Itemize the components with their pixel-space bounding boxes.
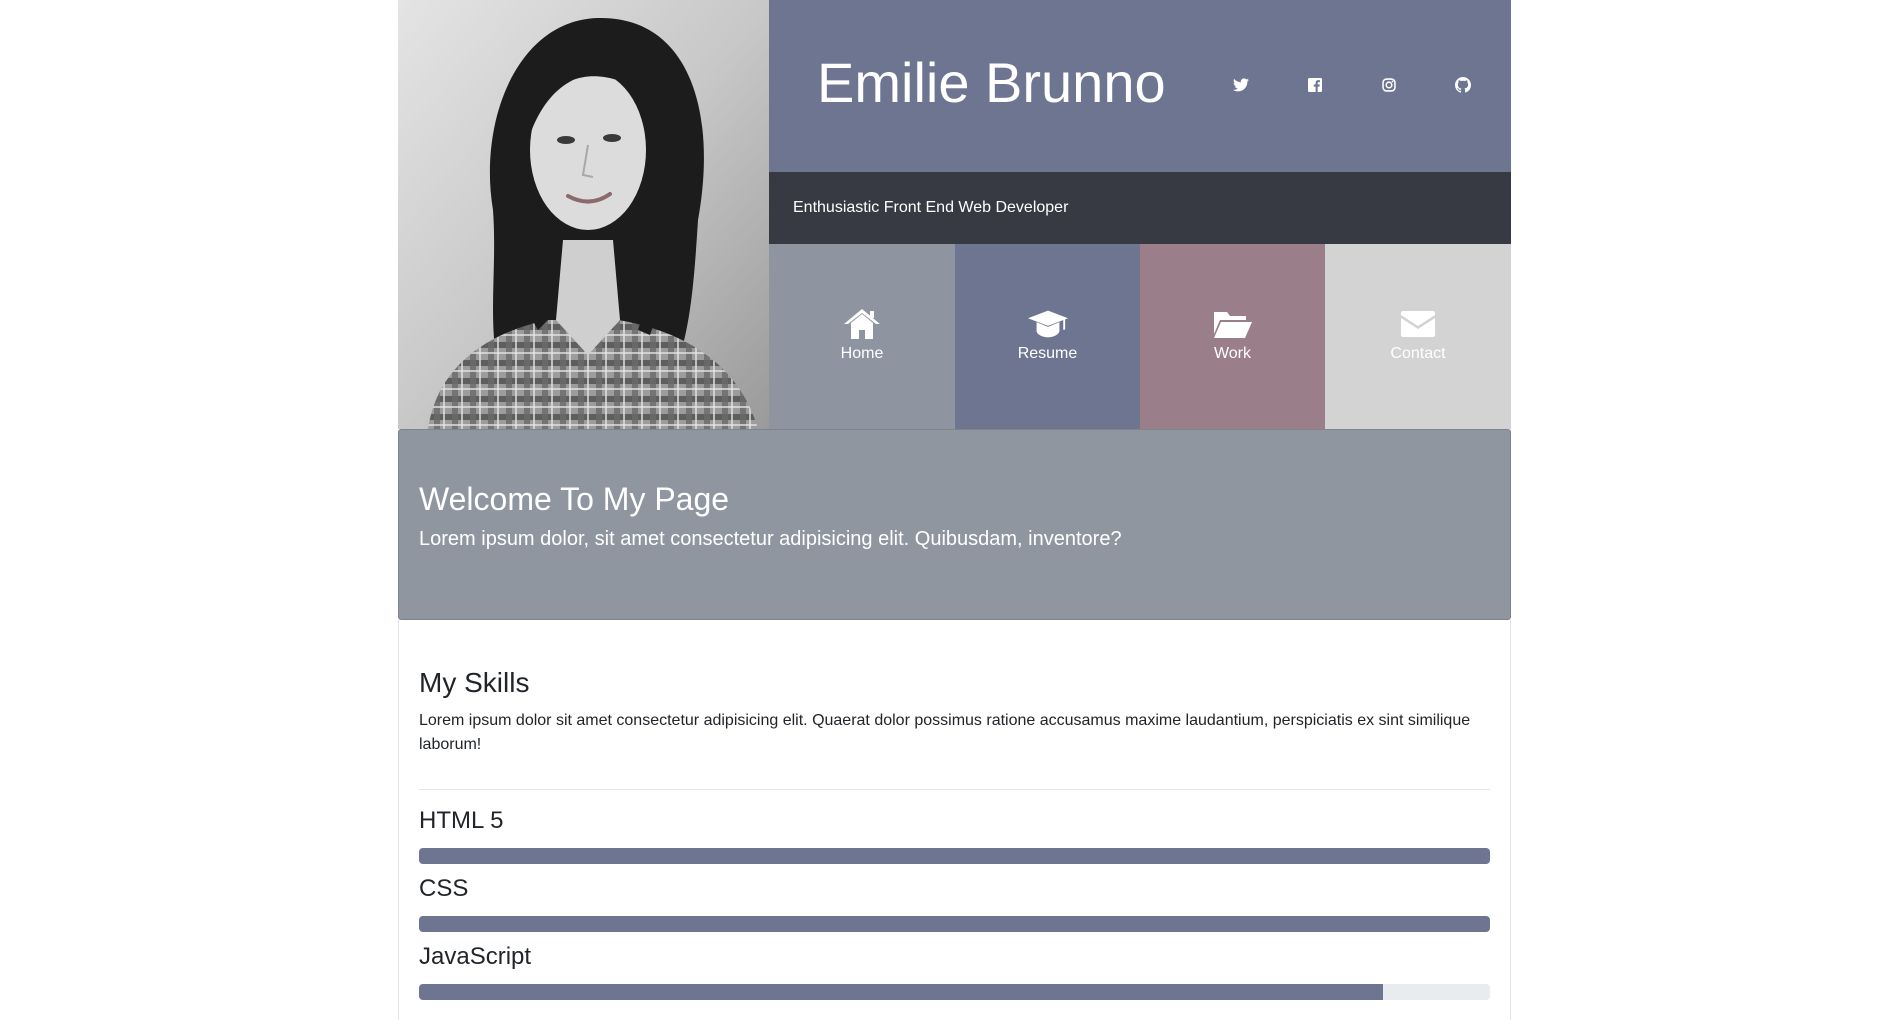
skill-progress-fill (419, 984, 1383, 1000)
skill-progress-track (419, 984, 1490, 1000)
skill-progress-fill (419, 916, 1490, 932)
skill-css: CSS (419, 874, 1490, 932)
nav-item-work[interactable]: Work (1140, 244, 1325, 429)
skills-description: Lorem ipsum dolor sit amet consectetur a… (419, 712, 1471, 753)
nav-label: Resume (1017, 345, 1078, 362)
main-nav: Home Resume Work Contact (769, 244, 1511, 429)
skill-progress-track (419, 916, 1490, 932)
nav-label: Contact (1390, 345, 1446, 362)
skill-html: HTML 5 (419, 806, 1490, 864)
nav-item-home[interactable]: Home (769, 244, 955, 429)
nav-label: Work (1213, 345, 1252, 362)
facebook-link[interactable] (1304, 74, 1326, 96)
facebook-icon (1308, 78, 1322, 92)
welcome-text: Lorem ipsum dolor, sit amet consectetur … (419, 528, 1122, 550)
tagline-bar: Enthusiastic Front End Web Developer (769, 172, 1511, 244)
github-icon (1455, 77, 1471, 93)
skill-name: JavaScript (419, 943, 532, 970)
page-container: Emilie Brunno Enthusiastic Front End Web… (398, 0, 1511, 1020)
instagram-link[interactable] (1378, 74, 1400, 96)
skill-name: HTML 5 (419, 807, 504, 834)
welcome-title: Welcome To My Page (419, 481, 730, 517)
profile-name: Emilie Brunno (817, 51, 1166, 114)
nav-label: Home (840, 345, 884, 362)
nav-item-contact[interactable]: Contact (1325, 244, 1511, 429)
skill-progress-fill (419, 848, 1490, 864)
header: Emilie Brunno Enthusiastic Front End Web… (398, 0, 1511, 429)
skills-title: My Skills (419, 667, 530, 698)
twitter-icon (1233, 78, 1249, 92)
github-link[interactable] (1452, 74, 1474, 96)
envelope-icon (1398, 308, 1438, 340)
skill-javascript: JavaScript (419, 942, 1490, 1000)
skills-section: My Skills Lorem ipsum dolor sit amet con… (398, 620, 1511, 1020)
header-right: Emilie Brunno Enthusiastic Front End Web… (769, 0, 1511, 429)
divider (419, 789, 1490, 790)
profile-photo (398, 0, 769, 429)
nav-item-resume[interactable]: Resume (955, 244, 1140, 429)
instagram-icon (1382, 78, 1396, 92)
twitter-link[interactable] (1230, 74, 1252, 96)
folder-open-icon (1213, 308, 1253, 340)
skill-progress-track (419, 848, 1490, 864)
home-icon (842, 308, 882, 340)
graduation-cap-icon (1027, 308, 1068, 340)
skill-name: CSS (419, 875, 469, 902)
welcome-banner: Welcome To My Page Lorem ipsum dolor, si… (398, 429, 1511, 620)
name-bar: Emilie Brunno (769, 0, 1511, 172)
tagline: Enthusiastic Front End Web Developer (793, 199, 1069, 216)
